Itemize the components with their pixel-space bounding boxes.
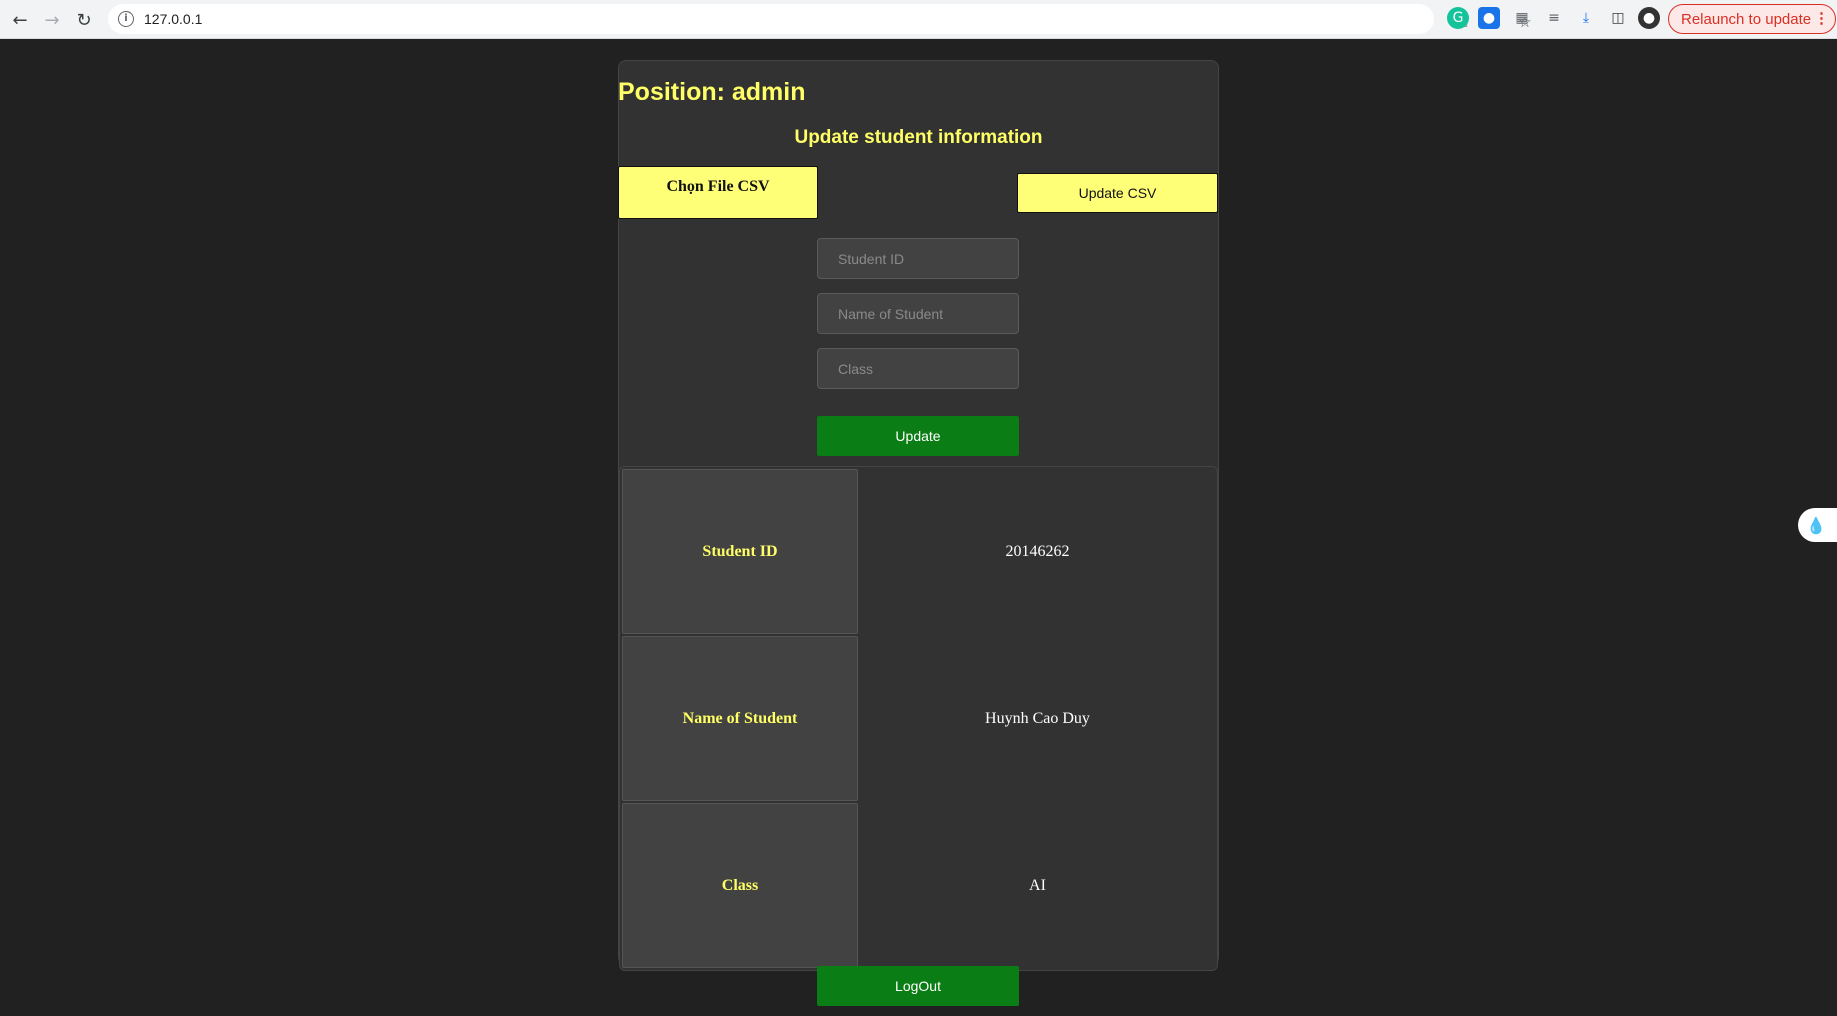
student-name-value: Huynh Cao Duy: [985, 709, 1090, 727]
relaunch-button[interactable]: Relaunch to update ⋮: [1668, 4, 1836, 34]
table-row: Student ID 20146262: [622, 469, 1215, 634]
puzzle-icon[interactable]: ▦: [1511, 7, 1533, 29]
table-row: Name of Student Huynh Cao Duy: [622, 636, 1215, 801]
section-title: Update student information: [794, 127, 1043, 148]
reload-icon[interactable]: ↻: [70, 6, 98, 34]
grammarly-icon[interactable]: G: [1447, 7, 1469, 29]
more-menu-icon[interactable]: ⋮: [1814, 9, 1829, 27]
address-bar[interactable]: i 127.0.0.1 ⚿ < ☆: [108, 4, 1532, 34]
sidebar-icon[interactable]: ◫: [1607, 7, 1629, 29]
student-info-table: Student ID 20146262 Name of Student Huyn…: [619, 466, 1218, 971]
media-queue-icon[interactable]: ≡: [1543, 7, 1565, 29]
student-name-header: Name of Student: [622, 636, 858, 801]
update-button[interactable]: Update: [817, 416, 1019, 456]
back-icon[interactable]: ←: [6, 6, 34, 34]
student-name-input[interactable]: [817, 293, 1019, 334]
student-id-input[interactable]: [817, 238, 1019, 279]
student-id-value: 20146262: [1005, 542, 1070, 560]
update-csv-button[interactable]: Update CSV: [1017, 173, 1218, 213]
url-text: 127.0.0.1: [144, 11, 203, 27]
site-info-icon[interactable]: i: [118, 11, 134, 27]
relaunch-label: Relaunch to update: [1681, 10, 1812, 28]
forward-icon[interactable]: →: [38, 6, 66, 34]
choose-csv-file-label: Chọn File CSV: [666, 178, 770, 195]
browser-toolbar: ← → ↻ i 127.0.0.1 ⚿ < ☆ G ● ▦ ≡ ⤓ ◫ ● Re…: [0, 0, 1837, 39]
extension-drop-icon[interactable]: ●: [1478, 7, 1500, 29]
download-icon[interactable]: ⤓: [1575, 7, 1597, 29]
choose-csv-file-button[interactable]: Chọn File CSV: [618, 166, 818, 219]
profile-avatar[interactable]: ●: [1638, 7, 1660, 29]
class-header: Class: [622, 803, 858, 968]
logout-button[interactable]: LogOut: [817, 966, 1019, 1006]
class-input[interactable]: [817, 348, 1019, 389]
table-row: Class AI: [622, 803, 1215, 968]
student-id-header: Student ID: [622, 469, 858, 634]
class-value: AI: [1029, 876, 1046, 894]
side-assistant-icon[interactable]: 💧: [1798, 508, 1837, 542]
position-title: Position: admin: [618, 78, 806, 106]
